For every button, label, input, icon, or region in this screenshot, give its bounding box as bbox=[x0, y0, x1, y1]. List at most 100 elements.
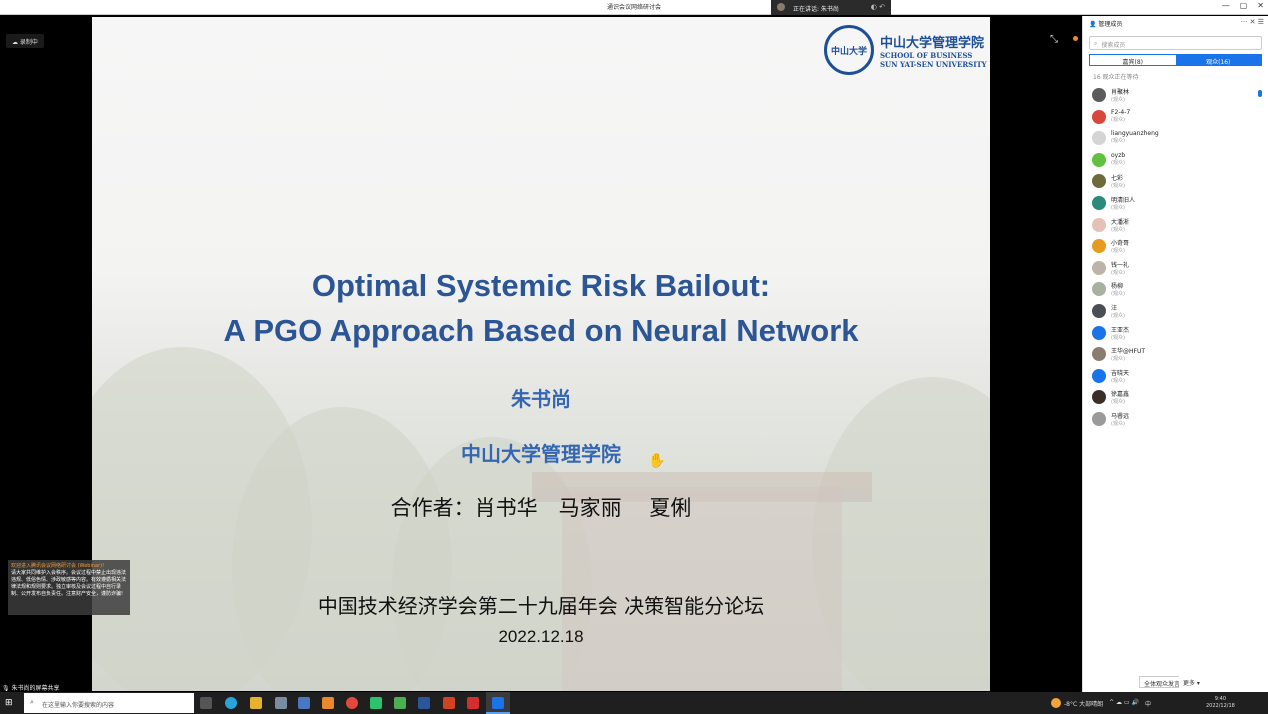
file-explorer-icon[interactable] bbox=[250, 697, 262, 709]
member-name: liangyuanzheng bbox=[1111, 130, 1159, 138]
window-controls: — ▢ ✕ bbox=[1222, 1, 1264, 10]
speaker-controls-icon[interactable]: ◐ ↶ bbox=[871, 3, 885, 11]
member-status: (观众) bbox=[1111, 226, 1125, 233]
list-item[interactable]: 王华@HFUT (观众) bbox=[1083, 344, 1268, 366]
list-item[interactable]: 汪 (观众) bbox=[1083, 301, 1268, 323]
tab-guests[interactable]: 嘉宾(8) bbox=[1090, 55, 1176, 66]
member-status: (观众) bbox=[1111, 138, 1125, 145]
member-search-input[interactable]: ⌕ 搜索成员 bbox=[1089, 36, 1262, 50]
recording-badge[interactable]: ☁ 录制中 bbox=[6, 34, 44, 48]
member-name: 汪 bbox=[1111, 304, 1118, 312]
member-name: 钱一礼 bbox=[1111, 261, 1130, 269]
list-item[interactable]: 杨柳 (观众) bbox=[1083, 279, 1268, 301]
calculator-icon[interactable] bbox=[298, 697, 310, 709]
avatar bbox=[1092, 325, 1106, 340]
tencent-meeting-taskbar-item[interactable] bbox=[486, 692, 510, 714]
member-name: 王华@HFUT bbox=[1111, 348, 1146, 356]
list-item[interactable]: 肖聚林 (观众) bbox=[1083, 85, 1268, 107]
member-name: 小奇哥 bbox=[1111, 240, 1130, 248]
panel-title: 管理成员 bbox=[1098, 21, 1123, 28]
list-item[interactable]: oyzb (观众) bbox=[1083, 150, 1268, 172]
university-logo: 中山大学 中山大学管理学院 SCHOOL OF BUSINESS SUN YAT… bbox=[824, 25, 987, 75]
list-item[interactable]: 七彩 (观众) bbox=[1083, 171, 1268, 193]
list-item[interactable]: liangyuanzheng (观众) bbox=[1083, 128, 1268, 150]
avatar bbox=[1092, 390, 1106, 405]
close-button[interactable]: ✕ bbox=[1257, 1, 1264, 10]
list-item[interactable]: 吉晓天 (观众) bbox=[1083, 366, 1268, 388]
tray-icons[interactable]: ^ ☁ ▭ 🔊 bbox=[1109, 699, 1139, 708]
avatar bbox=[1092, 88, 1106, 102]
fullscreen-toggle-icon[interactable]: ⤡ bbox=[1050, 34, 1058, 45]
weather-text: -8°C 大部晴朗 bbox=[1064, 701, 1104, 708]
presenter-name: 朱书尚 bbox=[511, 387, 571, 411]
list-item[interactable]: 马睿远 (观众) bbox=[1083, 409, 1268, 431]
recording-label: 录制中 bbox=[19, 39, 38, 46]
avatar bbox=[1092, 347, 1106, 362]
maximize-button[interactable]: ▢ bbox=[1240, 1, 1248, 10]
member-status: (观众) bbox=[1111, 377, 1125, 384]
panel-header: 👤 管理成员 ··· ✕ ☰ bbox=[1083, 16, 1268, 30]
member-name: 七彩 bbox=[1111, 175, 1124, 183]
search-app-icon[interactable] bbox=[322, 697, 334, 709]
app-icon[interactable] bbox=[394, 697, 406, 709]
list-item[interactable]: 明清旧人 (观众) bbox=[1083, 193, 1268, 215]
screen-share-text: 朱书尚的屏幕共享 bbox=[11, 685, 60, 692]
list-item[interactable]: 王亚杰 (观众) bbox=[1083, 323, 1268, 345]
list-item[interactable]: 徐嘉鑫 (观众) bbox=[1083, 387, 1268, 409]
member-status: (观众) bbox=[1111, 269, 1125, 276]
member-name: 徐嘉鑫 bbox=[1111, 391, 1130, 399]
member-status: (观众) bbox=[1111, 97, 1125, 103]
task-view-icon[interactable] bbox=[200, 697, 212, 709]
logo-english-line2: SUN YAT-SEN UNIVERSITY bbox=[880, 59, 987, 69]
member-status: (观众) bbox=[1111, 116, 1125, 123]
tab-audience[interactable]: 观众(16) bbox=[1175, 55, 1261, 66]
pdf-reader-icon[interactable] bbox=[467, 697, 479, 709]
slide-title-line2: A PGO Approach Based on Neural Network bbox=[223, 313, 859, 348]
more-button[interactable]: 更多 ▾ bbox=[1179, 676, 1204, 688]
microphone-icon[interactable] bbox=[1258, 90, 1262, 97]
word-icon[interactable] bbox=[418, 697, 430, 709]
member-status: (观众) bbox=[1111, 399, 1125, 406]
edge-browser-icon[interactable] bbox=[225, 697, 237, 709]
panel-menu-icon[interactable]: ··· ✕ ☰ bbox=[1241, 18, 1264, 26]
window-title: 通识会议网络研讨会 bbox=[606, 4, 661, 11]
search-icon: ⌕ bbox=[30, 698, 34, 706]
speaking-label: 正在讲话: 朱书尚 bbox=[793, 6, 839, 13]
avatar bbox=[1092, 239, 1106, 254]
slide-title: Optimal Systemic Risk Bailout: A PGO App… bbox=[92, 263, 990, 353]
member-status: (观众) bbox=[1111, 248, 1125, 255]
presenter-school: 中山大学管理学院 bbox=[461, 442, 621, 466]
member-name: F2-4-7 bbox=[1111, 108, 1131, 116]
search-placeholder: 搜索成员 bbox=[1101, 42, 1126, 49]
logo-chinese-name: 中山大学管理学院 bbox=[880, 35, 985, 51]
app-icon[interactable] bbox=[275, 697, 287, 709]
input-language[interactable]: 中 bbox=[1145, 699, 1151, 708]
system-clock[interactable]: 9:40 2022/12/18 bbox=[1206, 696, 1235, 710]
minimize-button[interactable]: — bbox=[1222, 1, 1230, 10]
slide-title-line1: Optimal Systemic Risk Bailout: bbox=[311, 268, 771, 303]
list-item[interactable]: 大潘淅 (观众) bbox=[1083, 215, 1268, 237]
presentation-date: 2022.12.18 bbox=[498, 627, 584, 646]
logo-english-line1: SCHOOL OF BUSINESS bbox=[880, 50, 973, 60]
wechat-icon[interactable] bbox=[370, 697, 382, 709]
taskbar-search-input[interactable]: ⌕ 在这里输入你要搜索的内容 bbox=[24, 693, 194, 713]
member-name: 吉晓天 bbox=[1111, 369, 1130, 377]
member-status: (观众) bbox=[1111, 420, 1125, 427]
member-name: 肖聚林 bbox=[1111, 89, 1130, 96]
powerpoint-icon[interactable] bbox=[443, 697, 455, 709]
windows-start-icon[interactable]: ⊞ bbox=[5, 698, 13, 708]
list-item[interactable]: 小奇哥 (观众) bbox=[1083, 236, 1268, 258]
list-item[interactable]: 钱一礼 (观众) bbox=[1083, 258, 1268, 280]
windows-taskbar: ⊞ ⌕ 在这里输入你要搜索的内容 -8°C 大部晴朗 ^ ☁ ▭ 🔊 中 9:4… bbox=[0, 692, 1268, 714]
coauthors: 合作者：肖书华 马家丽 夏俐 bbox=[390, 496, 692, 520]
member-status: (观众) bbox=[1111, 312, 1125, 319]
list-item[interactable]: F2-4-7 (观众) bbox=[1083, 107, 1268, 129]
member-status: (观众) bbox=[1111, 183, 1125, 190]
clock-date: 2022/12/18 bbox=[1206, 703, 1235, 709]
speaking-indicator: 正在讲话: 朱书尚 ◐ ↶ bbox=[771, 0, 891, 15]
member-status: (观众) bbox=[1111, 204, 1125, 211]
member-name: oyzb bbox=[1111, 151, 1126, 159]
chrome-icon[interactable] bbox=[346, 697, 358, 709]
clock-time: 9:40 bbox=[1214, 696, 1227, 702]
hand-cursor-icon: ✋ bbox=[648, 453, 666, 469]
